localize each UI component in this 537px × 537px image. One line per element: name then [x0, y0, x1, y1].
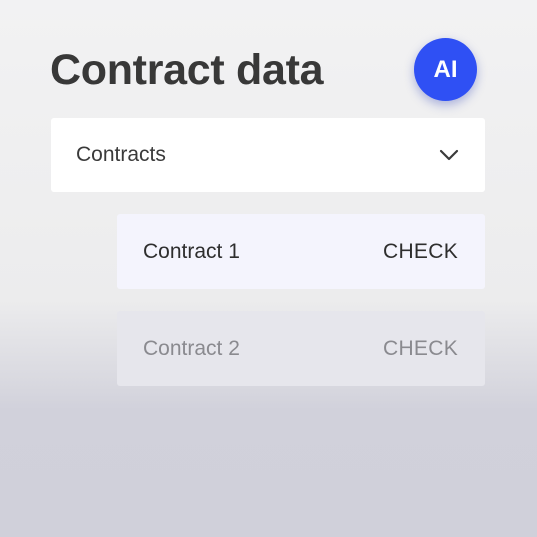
chevron-down-icon	[439, 149, 459, 161]
ai-badge-label: AI	[433, 55, 458, 83]
check-button[interactable]: CHECK	[383, 337, 458, 361]
contract-name: Contract 1	[143, 239, 240, 263]
contract-row[interactable]: Contract 1 CHECK	[117, 214, 485, 289]
contracts-dropdown[interactable]: Contracts	[51, 118, 485, 192]
check-button[interactable]: CHECK	[383, 240, 458, 264]
page-title: Contract data	[50, 46, 324, 94]
ai-assistant-button[interactable]: AI	[414, 38, 477, 101]
contracts-dropdown-label: Contracts	[76, 143, 166, 166]
contract-name: Contract 2	[143, 336, 240, 360]
contract-row[interactable]: Contract 2 CHECK	[117, 311, 485, 386]
